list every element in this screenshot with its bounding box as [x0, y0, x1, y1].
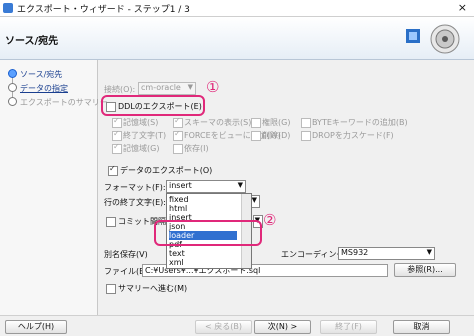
help-button[interactable]: ヘルプ(H) — [5, 320, 67, 334]
nav-item-summary: エクスポートのサマリー — [8, 97, 108, 108]
connection-value: cm-oracle — [141, 83, 181, 92]
ddl-option-label: 記憶域(S) — [123, 118, 159, 127]
ddl-option-checkbox[interactable] — [112, 142, 122, 154]
close-icon[interactable]: × — [458, 1, 467, 14]
format-value: insert — [169, 181, 192, 190]
ddl-option-label: 削除(D) — [262, 131, 291, 140]
page-title: ソース/宛先 — [5, 36, 59, 47]
marker-2: ② — [263, 211, 277, 229]
nav-item-source[interactable]: ソース/宛先 — [8, 69, 62, 80]
browse-button[interactable]: 参照(R)... — [394, 263, 456, 277]
ddl-option-label: スキーマの表示(S) — [184, 118, 252, 127]
ddl-option-label: BYTEキーワードの追加(B) — [312, 118, 408, 127]
format-select[interactable]: insert ▼ — [166, 180, 246, 193]
connection-select[interactable]: cm-oracle ▼ — [138, 82, 196, 95]
ddl-option-checkbox[interactable] — [301, 131, 311, 141]
wizard-nav: ソース/宛先 データの指定 エクスポートのサマリー — [0, 60, 108, 315]
ddl-option-label: 依存(I) — [184, 144, 209, 153]
ddl-option-checkbox[interactable] — [173, 144, 183, 154]
highlight-box-2 — [154, 220, 262, 246]
chevron-down-icon: ▼ — [426, 248, 432, 256]
title-bar: エクスポート・ウィザード - ステップ1 / 3 × — [0, 0, 474, 17]
ddl-option-checkbox[interactable] — [301, 118, 311, 128]
summary-checkbox[interactable] — [106, 284, 116, 294]
step-active-icon — [8, 69, 17, 78]
list-item[interactable]: html — [169, 204, 237, 213]
summary-label: サマリーへ進む(M) — [118, 284, 188, 293]
list-item[interactable]: xml — [169, 258, 237, 267]
connection-label: 接続(O): — [104, 85, 136, 94]
commit-checkbox[interactable] — [106, 217, 116, 227]
nav-item-label: ソース/宛先 — [20, 70, 63, 79]
app-icon — [3, 3, 13, 13]
data-export-label: データのエクスポート(O) — [120, 166, 213, 175]
step-icon — [8, 83, 17, 92]
chevron-down-icon: ▼ — [237, 181, 243, 189]
main-panel: 接続(O): cm-oracle ▼ DDLのエクスポート(E) ① 記憶域(S… — [98, 60, 474, 315]
ddl-option-checkbox[interactable] — [173, 129, 183, 141]
cancel-button[interactable]: 取消 — [393, 320, 450, 334]
finish-button[interactable]: 終了(F) — [320, 320, 377, 334]
list-item[interactable]: text — [169, 249, 237, 258]
back-button[interactable]: < 戻る(B) — [195, 320, 252, 334]
encoding-select[interactable]: MS932 ▼ — [338, 247, 435, 260]
ddl-option-label: 権限(G) — [262, 118, 291, 127]
chevron-down-icon: ▼ — [251, 196, 257, 204]
wizard-footer: ヘルプ(H) < 戻る(B) 次(N) > 終了(F) 取消 — [0, 315, 474, 336]
ddl-option-label: 終了文字(T) — [123, 131, 167, 140]
nav-item-label: エクスポートのサマリー — [20, 98, 108, 107]
format-label: フォーマット(F): — [104, 183, 166, 192]
ddl-option-checkbox[interactable] — [112, 129, 122, 141]
next-button[interactable]: 次(N) > — [254, 320, 311, 334]
nav-item-data[interactable]: データの指定 — [8, 83, 68, 94]
ddl-option-checkbox[interactable] — [251, 118, 261, 128]
ddl-option-checkbox[interactable] — [112, 116, 122, 128]
wizard-header: ソース/宛先 — [0, 17, 474, 60]
data-export-checkbox[interactable] — [108, 164, 118, 176]
nav-item-label: データの指定 — [20, 84, 68, 93]
ddl-option-checkbox[interactable] — [173, 116, 183, 128]
highlight-box-1 — [101, 95, 205, 116]
ddl-option-checkbox[interactable] — [251, 131, 261, 141]
save-as-label: 別名保存(V) — [104, 250, 148, 259]
line-end-label: 行の終了文字(E): — [104, 198, 166, 207]
chevron-down-icon: ▼ — [187, 83, 193, 91]
encoding-value: MS932 — [341, 248, 369, 257]
marker-1: ① — [206, 78, 220, 96]
ddl-option-label: DROPを力スケード(F) — [312, 131, 394, 140]
window-title: エクスポート・ウィザード - ステップ1 / 3 — [17, 5, 190, 15]
step-icon — [8, 97, 17, 106]
ddl-option-label: 記憶域(G) — [123, 144, 160, 153]
export-graphic-icon — [406, 24, 460, 54]
list-item[interactable]: fixed — [169, 195, 237, 204]
